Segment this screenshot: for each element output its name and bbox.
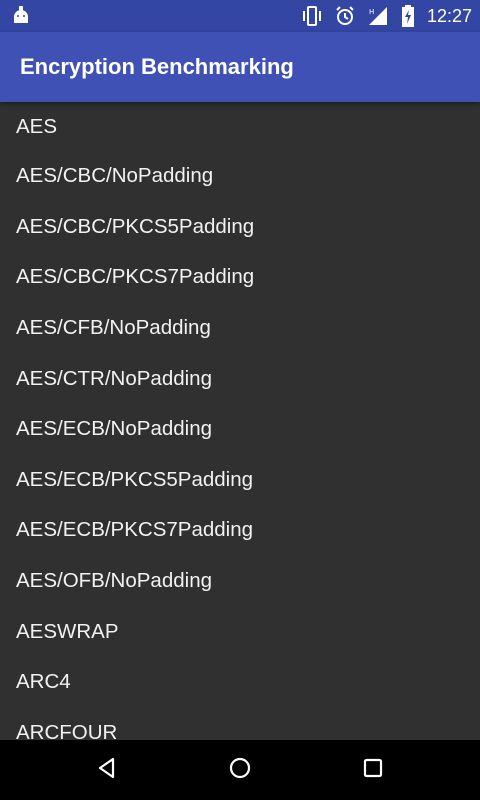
algorithm-list[interactable]: AES AES/CBC/NoPadding AES/CBC/PKCS5Paddi… [0,102,480,741]
status-bar: H 12:27 [0,0,480,32]
list-item[interactable]: AES/CBC/NoPadding [0,151,480,202]
list-item[interactable]: AES/ECB/NoPadding [0,404,480,455]
vibrate-icon [301,6,323,26]
list-item[interactable]: AES/OFB/NoPadding [0,556,480,607]
list-item[interactable]: AES/ECB/PKCS7Padding [0,505,480,556]
list-item[interactable]: AES/CBC/PKCS7Padding [0,252,480,303]
list-item[interactable]: AESWRAP [0,606,480,657]
home-icon [228,756,252,784]
app-bar: Encryption Benchmarking [0,32,480,102]
recents-icon [361,756,385,784]
signal-icon: H [367,6,389,26]
battery-charging-icon [401,5,415,27]
page-title: Encryption Benchmarking [20,54,294,79]
alarm-icon [335,6,355,26]
status-time: 12:27 [426,5,472,26]
navigation-bar [0,740,480,800]
recents-button[interactable] [343,740,403,800]
android-debug-icon [10,5,32,27]
list-item[interactable]: AES/CTR/NoPadding [0,353,480,404]
svg-text:H: H [369,8,374,16]
home-button[interactable] [210,740,270,800]
list-item[interactable]: AES/CFB/NoPadding [0,303,480,354]
list-item[interactable]: AES/ECB/PKCS5Padding [0,455,480,506]
back-button[interactable] [77,740,137,800]
list-item[interactable]: AES/CBC/PKCS5Padding [0,202,480,253]
back-icon [95,756,119,784]
list-item[interactable]: ARCFOUR [0,708,480,740]
list-item[interactable]: AES [0,102,480,151]
list-item[interactable]: ARC4 [0,657,480,708]
